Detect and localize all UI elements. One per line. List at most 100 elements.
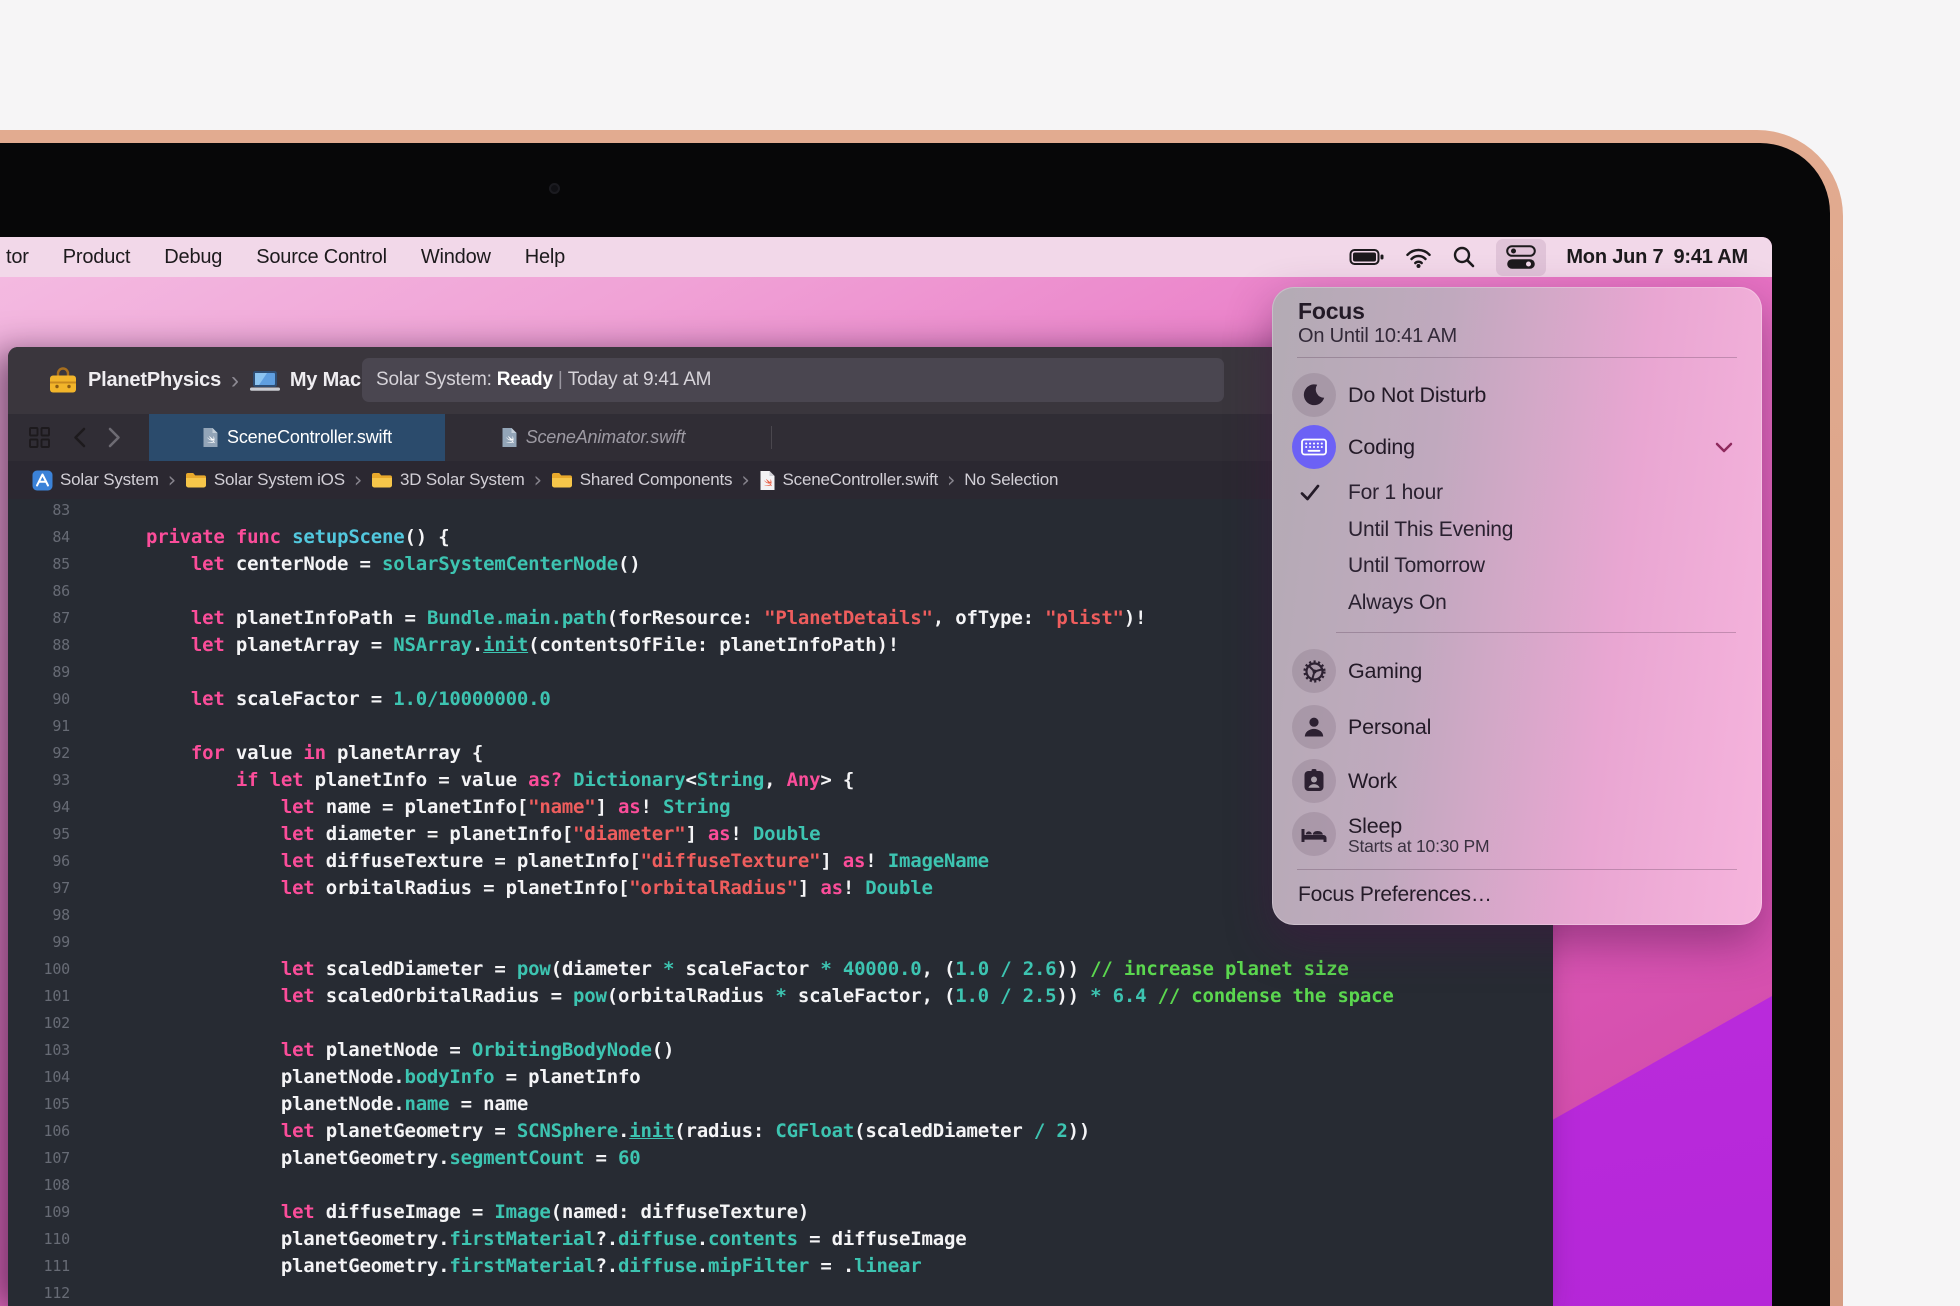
menu-item-product[interactable]: Product	[63, 246, 131, 269]
code-line[interactable]: 107 planetGeometry.segmentCount = 60	[8, 1145, 1553, 1172]
tab-SceneAnimator.swift[interactable]: SceneAnimator.swift	[445, 414, 741, 461]
focus-mode-do-not-disturb[interactable]: Do Not Disturb	[1272, 373, 1762, 417]
menu-bar-clock[interactable]: Mon Jun 7 9:41 AM	[1566, 246, 1748, 269]
code-text: let name = planetInfo["name"] as! String	[280, 796, 731, 818]
focus-mode-work[interactable]: Work	[1272, 759, 1762, 803]
badge-icon	[1292, 759, 1336, 803]
line-number: 101	[43, 987, 71, 1005]
focus-preferences-link[interactable]: Focus Preferences…	[1298, 882, 1492, 908]
code-text: planetGeometry.firstMaterial?.diffuse.mi…	[101, 1255, 922, 1277]
line-number: 105	[43, 1095, 71, 1113]
breadcrumb-label: Solar System iOS	[213, 470, 345, 489]
line-number: 85	[52, 555, 70, 573]
menu-item-source-control[interactable]: Source Control	[256, 246, 387, 269]
divider	[1336, 632, 1736, 633]
breadcrumb-item[interactable]: Shared Components	[551, 470, 733, 490]
code-text	[70, 499, 101, 524]
code-line[interactable]: 104 planetNode.bodyInfo = planetInfo	[8, 1064, 1553, 1091]
chevron-down-icon[interactable]	[1712, 435, 1736, 464]
scheme-name[interactable]: PlanetPhysics	[88, 369, 221, 392]
code-line[interactable]: 103 let planetNode = OrbitingBodyNode()	[8, 1037, 1553, 1064]
tab-divider	[771, 426, 772, 449]
code-line[interactable]: 112	[8, 1280, 1553, 1306]
status-state: Ready	[496, 369, 553, 390]
focus-mode-sleep[interactable]: Starts at 10:30 PM Sleep	[1272, 812, 1762, 856]
menu-items: tor Product Debug Source Control Window Help	[0, 246, 565, 269]
menu-item-help[interactable]: Help	[525, 246, 566, 269]
code-text: let diffuseImage = Image(named: diffuseT…	[280, 1201, 810, 1223]
line-number: 109	[43, 1203, 71, 1221]
code-text	[70, 1280, 101, 1306]
code-text: let scaleFactor = 1.0/10000000.0	[190, 688, 551, 710]
menu-status-area: Mon Jun 7 9:41 AM	[1349, 238, 1772, 276]
code-line[interactable]: 109 let diffuseImage = Image(named: diff…	[8, 1199, 1553, 1226]
focus-mode-coding[interactable]: Coding	[1272, 425, 1762, 469]
focus-duration-label: Always On	[1348, 591, 1447, 614]
focus-duration-until-this-evening[interactable]: Until This Evening	[1272, 516, 1762, 544]
code-line[interactable]: 111 planetGeometry.firstMaterial?.diffus…	[8, 1253, 1553, 1280]
breadcrumb-item[interactable]: No Selection	[964, 470, 1058, 490]
line-number: 98	[52, 906, 70, 924]
breadcrumb-chevron-icon: ›	[947, 468, 956, 492]
tab-SceneController.swift[interactable]: SceneController.swift	[149, 414, 445, 461]
person-icon	[1292, 705, 1336, 749]
menu-item-debug[interactable]: Debug	[164, 246, 222, 269]
focus-duration-for-1-hour[interactable]: For 1 hour	[1272, 479, 1762, 507]
menu-item-tor[interactable]: tor	[6, 246, 29, 269]
code-line[interactable]: 108	[8, 1172, 1553, 1199]
code-line[interactable]: 100 let scaledDiameter = pow(diameter * …	[8, 956, 1553, 983]
line-number: 91	[52, 717, 70, 735]
breadcrumb-item[interactable]: Solar System iOS	[185, 470, 345, 490]
menu-bar-time: 9:41 AM	[1673, 245, 1748, 268]
line-number: 99	[52, 933, 70, 951]
code-text: let diffuseTexture = planetInfo["diffuse…	[280, 850, 989, 872]
code-line[interactable]: 106 let planetGeometry = SCNSphere.init(…	[8, 1118, 1553, 1145]
swift-file-icon	[501, 427, 518, 448]
tabs: SceneController.swift SceneAnimator.swift	[149, 414, 741, 461]
wifi-icon[interactable]	[1405, 246, 1432, 269]
menu-item-window[interactable]: Window	[421, 246, 491, 269]
chevron-right-icon: ›	[231, 366, 239, 394]
code-line[interactable]: 101 let scaledOrbitalRadius = pow(orbita…	[8, 983, 1553, 1010]
desktop-screenshot: tor Product Debug Source Control Window Help …	[0, 0, 1960, 1306]
line-number: 111	[43, 1257, 71, 1275]
activity-status-pill[interactable]: Solar System: Ready | Today at 9:41 AM	[362, 358, 1224, 402]
code-line[interactable]: 99	[8, 929, 1553, 956]
code-line[interactable]: 110 planetGeometry.firstMaterial?.diffus…	[8, 1226, 1553, 1253]
divider	[1297, 869, 1737, 870]
breadcrumb-item[interactable]: 3D Solar System	[371, 470, 525, 490]
line-number: 89	[52, 663, 70, 681]
editor-grid-icon[interactable]	[28, 426, 51, 449]
focus-duration-until-tomorrow[interactable]: Until Tomorrow	[1272, 552, 1762, 580]
code-text: let planetNode = OrbitingBodyNode()	[280, 1039, 675, 1061]
spotlight-search-icon[interactable]	[1452, 245, 1476, 269]
menu-bar-date: Mon Jun 7	[1566, 245, 1664, 268]
breadcrumb-label: Solar System	[60, 470, 159, 489]
back-chevron-icon[interactable]	[73, 427, 86, 448]
line-number: 110	[43, 1230, 71, 1248]
run-destination[interactable]: My Mac	[290, 369, 361, 392]
status-separator: |	[552, 369, 568, 390]
code-text: if let planetInfo = value as? Dictionary…	[235, 769, 855, 791]
breadcrumb-item[interactable]: Solar System	[32, 470, 159, 491]
code-text: planetGeometry.firstMaterial?.diffuse.co…	[101, 1228, 967, 1250]
breadcrumb-label: Shared Components	[579, 470, 733, 489]
line-number: 96	[52, 852, 70, 870]
tab-controls	[8, 414, 149, 461]
battery-icon[interactable]	[1349, 245, 1385, 269]
focus-mode-personal[interactable]: Personal	[1272, 705, 1762, 749]
toolbox-icon	[48, 366, 78, 395]
bed-icon	[1292, 812, 1336, 856]
forward-chevron-icon[interactable]	[108, 427, 121, 448]
focus-duration-label: Until Tomorrow	[1348, 554, 1485, 577]
focus-mode-gaming[interactable]: Gaming	[1272, 649, 1762, 693]
control-center-icon[interactable]	[1496, 238, 1547, 276]
breadcrumb-item[interactable]: SceneController.swift	[759, 470, 938, 491]
line-number: 106	[43, 1122, 71, 1140]
code-line[interactable]: 102	[8, 1010, 1553, 1037]
code-line[interactable]: 105 planetNode.name = name	[8, 1091, 1553, 1118]
breadcrumb-chevron-icon: ›	[533, 468, 542, 492]
line-number: 102	[43, 1014, 71, 1032]
folder-icon	[371, 471, 393, 489]
focus-duration-always-on[interactable]: Always On	[1272, 589, 1762, 617]
